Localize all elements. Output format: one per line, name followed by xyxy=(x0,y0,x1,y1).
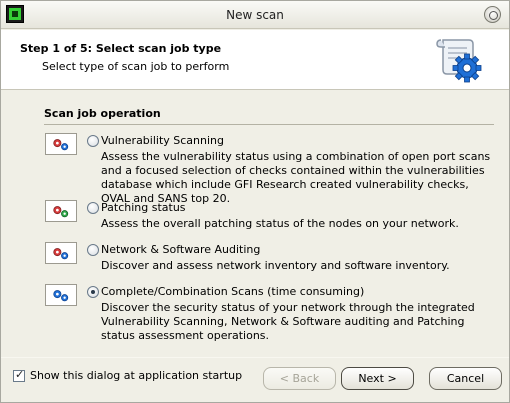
scroll-gear-icon xyxy=(436,39,482,83)
new-scan-dialog: New scan Step 1 of 5: Select scan job ty… xyxy=(0,0,510,403)
option-label: Complete/Combination Scans (time consumi… xyxy=(101,285,365,298)
window-title: New scan xyxy=(226,8,284,22)
option-description: Discover and assess network inventory an… xyxy=(101,259,450,272)
option-label: Vulnerability Scanning xyxy=(101,134,225,147)
gears-icon xyxy=(45,242,77,264)
option-description: Assess the vulnerability status using a … xyxy=(101,150,491,205)
cancel-button[interactable]: Cancel xyxy=(429,367,502,390)
startup-checkbox[interactable] xyxy=(13,368,25,382)
back-button[interactable]: < Back xyxy=(263,367,336,390)
step-subtitle: Select type of scan job to perform xyxy=(42,60,230,73)
gears-icon xyxy=(45,200,77,222)
wizard-content: Scan job operation Vulnerability Scannin… xyxy=(1,91,509,356)
option-label: Patching status xyxy=(101,201,186,214)
option-description: Discover the security status of your net… xyxy=(101,301,475,342)
group-title: Scan job operation xyxy=(44,107,161,120)
radio-complete-combination-scans[interactable] xyxy=(87,286,99,298)
option-label: Network & Software Auditing xyxy=(101,243,261,256)
footer-divider xyxy=(1,357,509,358)
group-divider xyxy=(44,124,494,125)
radio-network-software-auditing[interactable] xyxy=(87,244,99,256)
step-title: Step 1 of 5: Select scan job type xyxy=(20,42,222,55)
startup-checkbox-label[interactable]: Show this dialog at application startup xyxy=(30,369,242,382)
wizard-header: Step 1 of 5: Select scan job type Select… xyxy=(1,30,509,90)
gears-icon xyxy=(45,284,77,306)
option-description: Assess the overall patching status of th… xyxy=(101,217,459,230)
next-button[interactable]: Next > xyxy=(341,367,414,390)
title-bar[interactable]: New scan xyxy=(1,1,509,29)
radio-vulnerability-scanning[interactable] xyxy=(87,135,99,147)
radio-patching-status[interactable] xyxy=(87,202,99,214)
close-icon[interactable] xyxy=(484,6,501,23)
gears-icon xyxy=(45,133,77,155)
